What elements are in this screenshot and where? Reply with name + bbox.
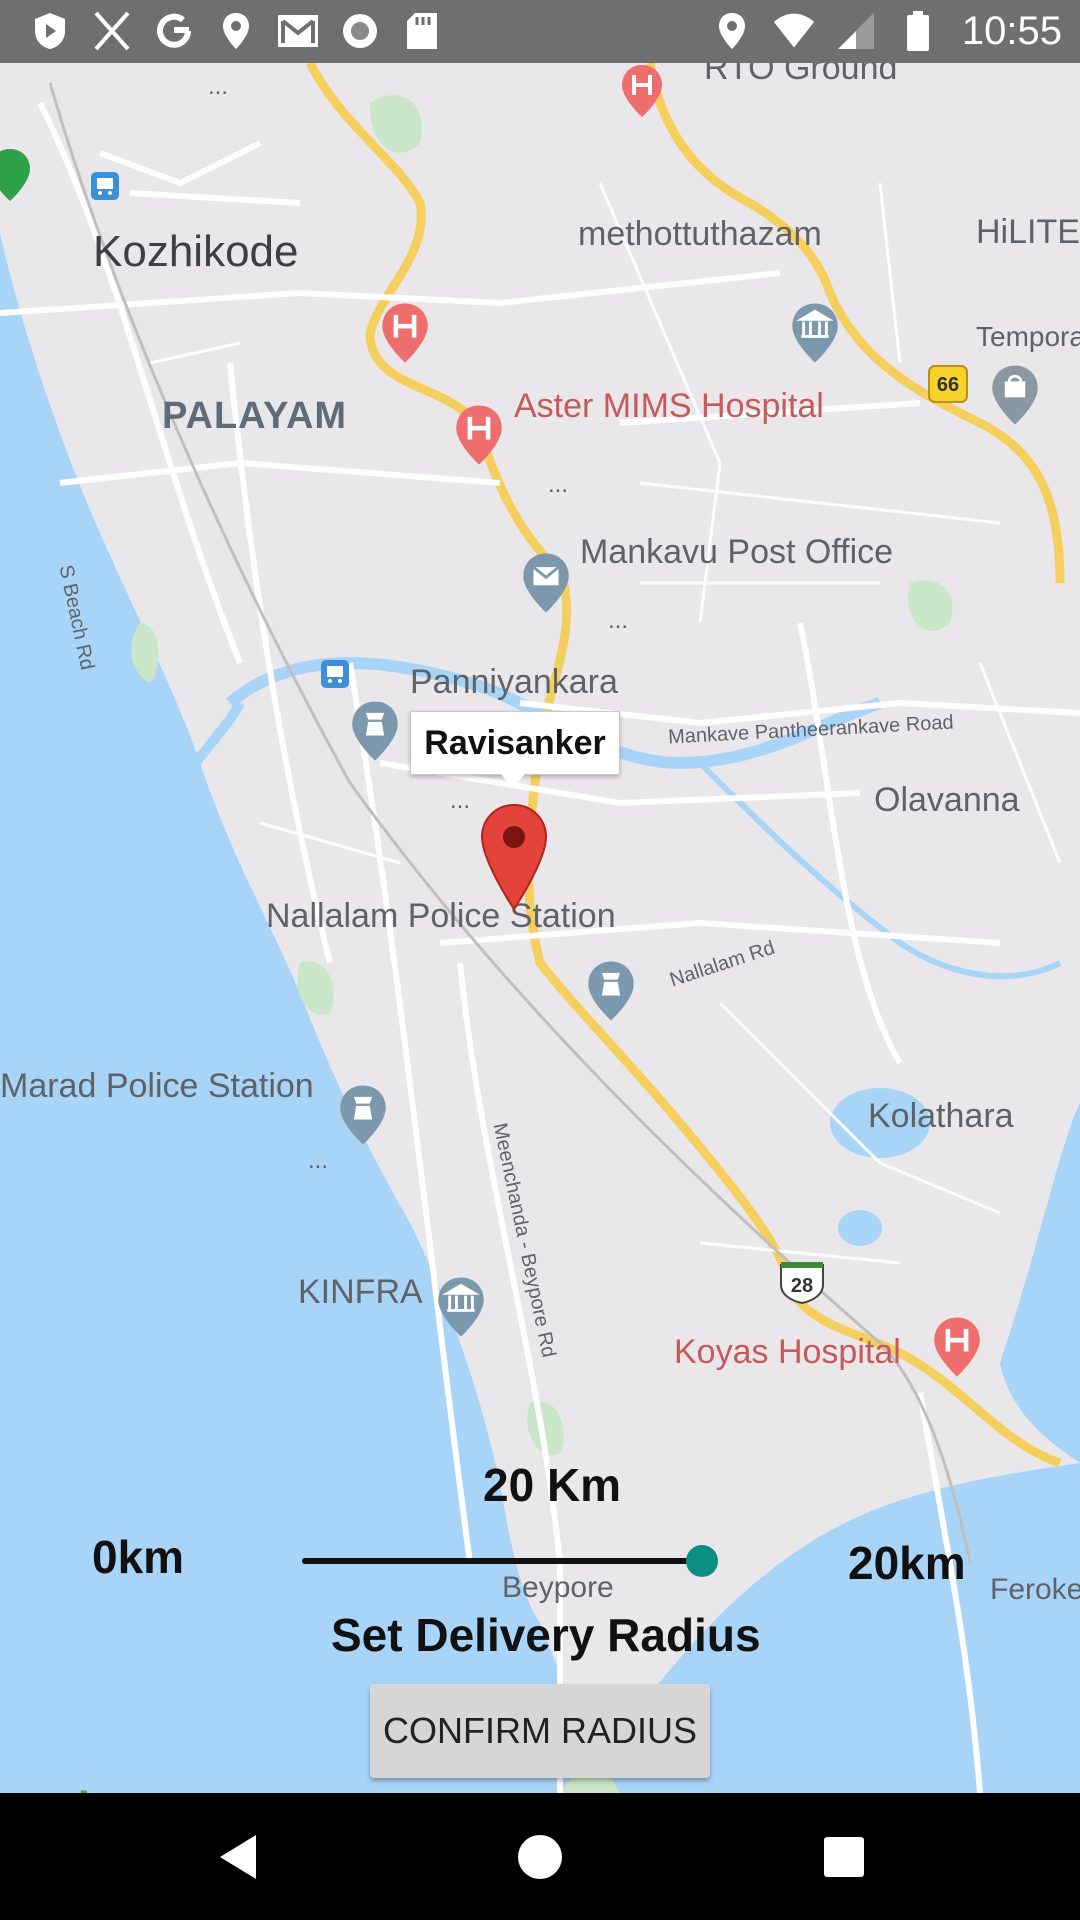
circle-icon xyxy=(338,9,382,53)
hospital-pin-icon[interactable] xyxy=(620,63,664,119)
map-label-nallalam-police: Nallalam Police Station xyxy=(266,897,616,935)
set-delivery-radius-title: Set Delivery Radius xyxy=(331,1609,761,1661)
map-label-kolathara: Kolathara xyxy=(868,1097,1014,1135)
map-label-marad-police: Marad Police Station xyxy=(0,1067,314,1105)
location-marker-icon[interactable] xyxy=(480,803,548,911)
shopping-pin-icon[interactable] xyxy=(990,363,1040,427)
police-pin-icon[interactable] xyxy=(586,959,636,1023)
map-label-tempora: Tempora xyxy=(976,321,1080,352)
google-logo: oogle xyxy=(0,1783,113,1793)
signal-icon xyxy=(834,9,878,53)
restaurant-pin-icon[interactable] xyxy=(0,147,30,203)
hospital-pin-icon[interactable] xyxy=(380,301,430,365)
location-icon xyxy=(710,9,754,53)
google-icon xyxy=(152,9,196,53)
train-station-icon xyxy=(321,660,349,688)
map-label-hilite: HiLITE xyxy=(976,213,1080,251)
sd-card-icon xyxy=(400,9,444,53)
svg-text:66: 66 xyxy=(937,374,959,396)
map-label-kozhikode: Kozhikode xyxy=(93,227,299,276)
back-icon[interactable] xyxy=(212,1829,268,1885)
map-label-feroke: Feroke xyxy=(990,1573,1080,1606)
map-label-palayam: PALAYAM xyxy=(162,395,348,437)
hospital-pin-icon[interactable] xyxy=(454,403,504,467)
slider-track[interactable] xyxy=(302,1558,702,1564)
fork-knife-icon xyxy=(90,9,134,53)
highway-28-shield: 28 xyxy=(780,1262,824,1305)
svg-text:28: 28 xyxy=(791,1275,813,1297)
gmail-icon xyxy=(276,9,320,53)
status-bar: 10:55 xyxy=(0,0,1080,63)
max-radius-label: 20km xyxy=(848,1537,966,1589)
museum-pin-icon[interactable] xyxy=(436,1275,486,1339)
clock: 10:55 xyxy=(961,8,1062,53)
map-label-dots: ... xyxy=(308,1147,329,1174)
bus-station-icon xyxy=(91,172,119,200)
police-pin-icon[interactable] xyxy=(338,1083,388,1147)
wifi-icon xyxy=(772,9,816,53)
map-label-dots: ... xyxy=(208,73,229,100)
radius-slider[interactable] xyxy=(302,1543,718,1579)
map-label-dots: ... xyxy=(608,607,629,634)
police-pin-icon[interactable] xyxy=(350,699,400,763)
map-label-aster-mims: Aster MIMS Hospital xyxy=(514,387,824,425)
min-radius-label: 0km xyxy=(92,1531,185,1583)
map-label-dots: ... xyxy=(450,787,471,814)
recents-icon[interactable] xyxy=(816,1829,872,1885)
post-office-pin-icon[interactable] xyxy=(521,551,571,615)
home-icon[interactable] xyxy=(512,1829,568,1885)
confirm-radius-button[interactable]: CONFIRM RADIUS xyxy=(370,1684,710,1778)
current-radius-label: 20 Km xyxy=(483,1459,622,1511)
map-label-olavanna: Olavanna xyxy=(874,781,1020,819)
navigation-bar xyxy=(0,1793,1080,1920)
map-label-koyas-hospital: Koyas Hospital xyxy=(674,1333,901,1371)
map-label-mankavu-post: Mankavu Post Office xyxy=(580,533,894,571)
museum-pin-icon[interactable] xyxy=(790,301,840,365)
hospital-pin-icon[interactable] xyxy=(932,1315,982,1379)
location-icon xyxy=(214,9,258,53)
highway-66-shield: 66 xyxy=(928,365,968,403)
map-label-kinfra: KINFRA xyxy=(298,1273,423,1311)
map-label-panniyankara: Panniyankara xyxy=(410,663,618,701)
battery-icon xyxy=(896,9,940,53)
map-label-rto-ground: RTO Ground xyxy=(704,63,898,87)
map-label-methottuthazam: methottuthazam xyxy=(578,215,822,253)
marker-info-window[interactable]: Ravisanker xyxy=(410,711,620,788)
map-label-dots: ... xyxy=(548,471,569,498)
slider-thumb[interactable] xyxy=(686,1545,718,1577)
shield-icon xyxy=(28,9,72,53)
